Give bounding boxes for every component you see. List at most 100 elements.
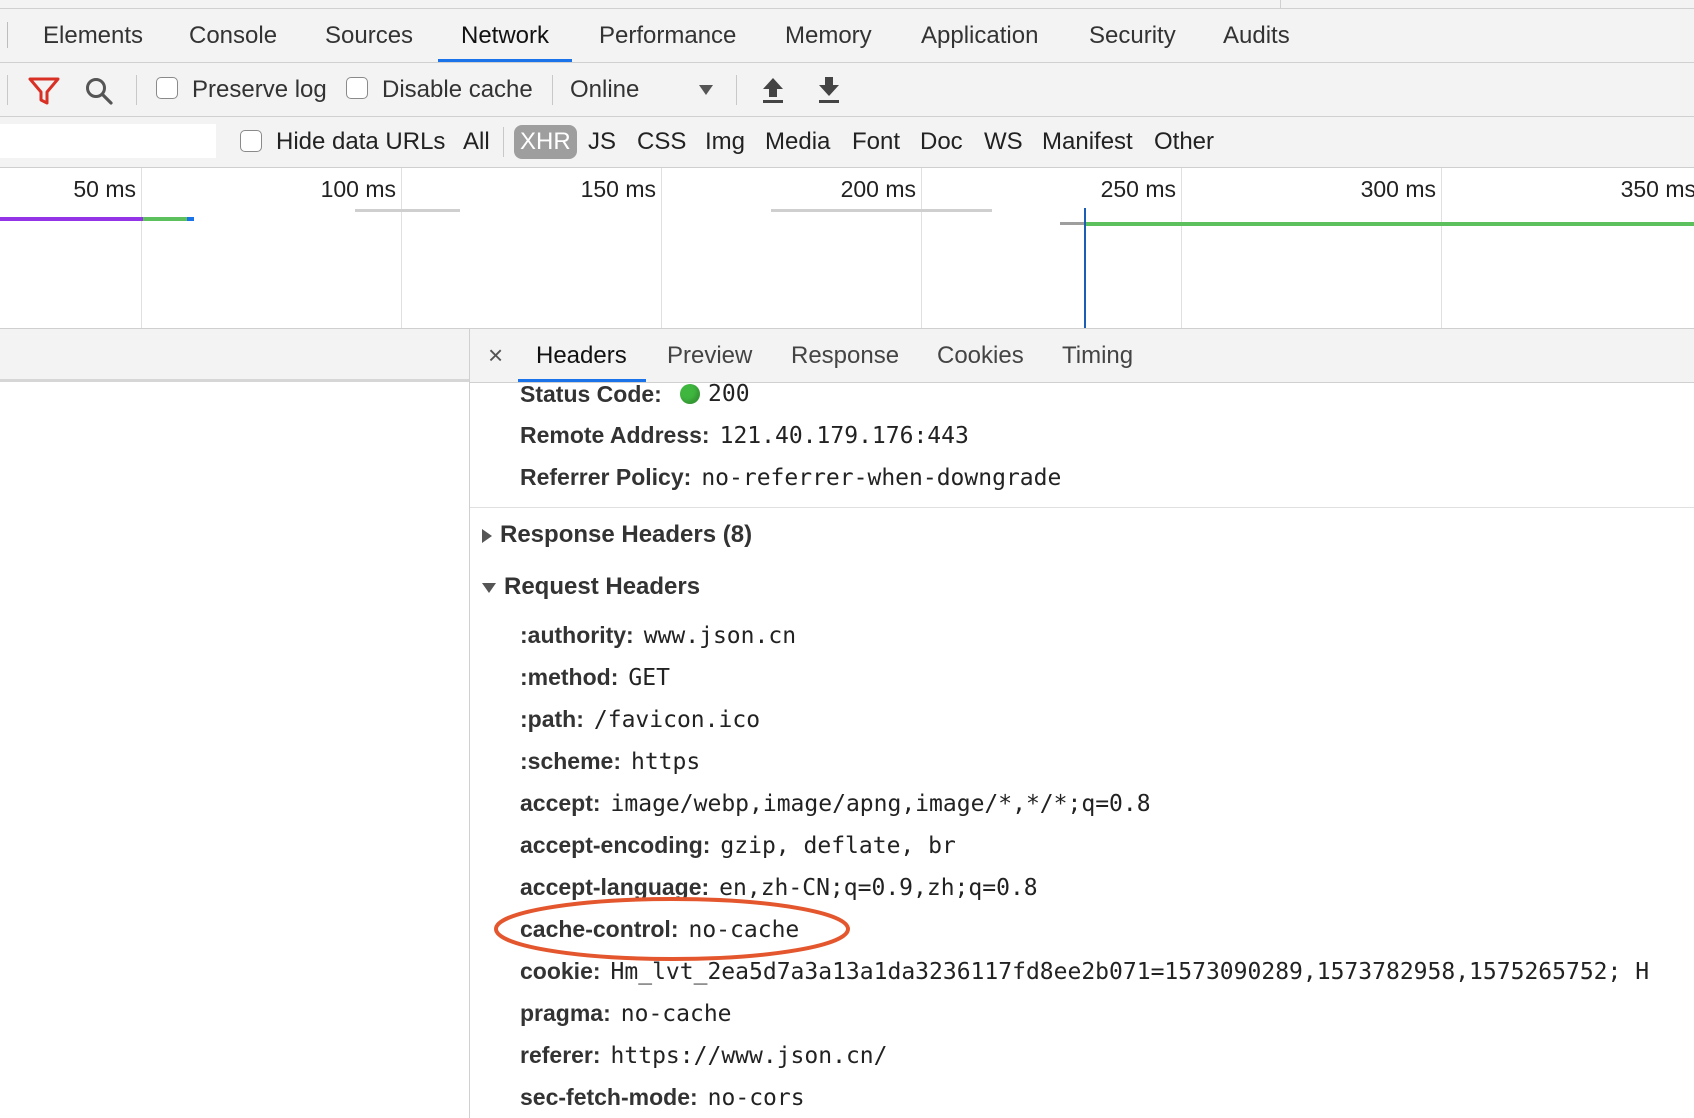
timeline-bar: [143, 217, 187, 221]
header-row: :scheme: https: [520, 741, 700, 781]
header-key: Referrer Policy:: [520, 464, 692, 490]
header-key: :method:: [520, 664, 619, 690]
tab-sources[interactable]: Sources: [302, 9, 436, 62]
request-list-pane[interactable]: [0, 329, 470, 1118]
timeline-bar: [771, 209, 992, 212]
tab-response[interactable]: Response: [791, 329, 899, 382]
header-key: accept:: [520, 790, 601, 816]
header-key: Status Code:: [520, 381, 662, 407]
header-value: no-cache: [620, 1001, 732, 1027]
hide-data-urls-label: Hide data URLs: [276, 128, 446, 155]
header-row: :authority: www.json.cn: [520, 615, 796, 655]
tab-application[interactable]: Application: [898, 9, 1061, 62]
devtools-tab-bar: Elements Console Sources Network Perform…: [0, 0, 1694, 63]
import-har-icon[interactable]: [760, 75, 786, 105]
header-key: pragma:: [520, 1000, 611, 1026]
filter-type-css[interactable]: CSS: [637, 125, 686, 159]
filter-type-doc[interactable]: Doc: [920, 125, 963, 159]
timeline-bar: [1084, 222, 1694, 226]
header-value: 200: [708, 381, 750, 407]
timeline-tick-label: 200 ms: [840, 176, 916, 202]
filter-type-font[interactable]: Font: [852, 125, 900, 159]
header-value: www.json.cn: [643, 623, 797, 649]
header-key: accept-encoding:: [520, 832, 711, 858]
filter-type-all[interactable]: All: [463, 125, 490, 159]
expand-triangle-icon: [482, 528, 492, 543]
header-row: :method: GET: [520, 657, 670, 697]
timeline-tick-label: 150 ms: [580, 176, 656, 202]
hide-data-urls-checkbox[interactable]: [240, 130, 262, 152]
timeline-cursor: [1084, 208, 1086, 328]
timeline-bar: [1060, 222, 1084, 225]
header-row: Remote Address: 121.40.179.176:443: [520, 415, 969, 455]
timeline-bar: [355, 209, 460, 212]
filter-type-xhr[interactable]: XHR: [514, 125, 577, 159]
header-value: https: [630, 749, 701, 775]
filter-input[interactable]: [0, 124, 216, 158]
tab-elements[interactable]: Elements: [20, 9, 166, 62]
preserve-log-checkbox[interactable]: [156, 77, 178, 99]
network-toolbar: Preserve log Disable cache Online: [0, 63, 1694, 117]
header-value: gzip, deflate, br: [720, 833, 956, 859]
timeline-bar: [187, 217, 194, 221]
header-key: :path:: [520, 706, 584, 732]
header-key: referer:: [520, 1042, 601, 1068]
tab-cookies[interactable]: Cookies: [937, 329, 1024, 382]
timeline-overview[interactable]: 50 ms 100 ms 150 ms 200 ms 250 ms 300 ms…: [0, 168, 1694, 329]
collapse-triangle-icon: [482, 582, 496, 593]
header-row: Status Code: 200: [520, 374, 750, 414]
filter-type-js[interactable]: JS: [588, 125, 616, 159]
filter-type-img[interactable]: Img: [705, 125, 745, 159]
header-key: sec-fetch-mode:: [520, 1084, 698, 1110]
close-icon[interactable]: ×: [488, 329, 503, 382]
header-value: https://www.json.cn/: [610, 1043, 888, 1069]
timeline-bar: [0, 217, 143, 221]
filter-type-other[interactable]: Other: [1154, 125, 1214, 159]
timeline-tick-label: 50 ms: [73, 176, 136, 202]
timeline-tick-label: 100 ms: [320, 176, 396, 202]
filter-bar: Hide data URLs All XHR JS CSS Img Media …: [0, 117, 1694, 168]
header-value: no-referrer-when-downgrade: [701, 465, 1062, 491]
filter-type-manifest[interactable]: Manifest: [1042, 125, 1133, 159]
timeline-tick-label: 350 ms: [1620, 176, 1694, 202]
export-har-icon[interactable]: [816, 75, 842, 105]
header-row: :path: /favicon.ico: [520, 699, 760, 739]
disable-cache-label: Disable cache: [382, 76, 533, 103]
header-value: /favicon.ico: [593, 707, 761, 733]
tab-performance[interactable]: Performance: [576, 9, 759, 62]
highlight-ellipse: [494, 897, 850, 961]
tab-network[interactable]: Network: [438, 9, 573, 62]
timeline-tick-label: 300 ms: [1360, 176, 1436, 202]
filter-type-media[interactable]: Media: [765, 125, 830, 159]
request-list-header: [0, 329, 469, 382]
header-value: 121.40.179.176:443: [719, 423, 969, 449]
throttling-select[interactable]: Online: [570, 63, 720, 116]
tab-timing[interactable]: Timing: [1062, 329, 1133, 382]
tab-memory[interactable]: Memory: [762, 9, 895, 62]
header-row: referer: https://www.json.cn/: [520, 1035, 888, 1075]
section-divider: [470, 507, 1694, 508]
timeline-tick-label: 250 ms: [1100, 176, 1176, 202]
disable-cache-checkbox[interactable]: [346, 77, 368, 99]
header-key: :authority:: [520, 622, 634, 648]
tab-audits[interactable]: Audits: [1200, 9, 1313, 62]
section-title: Request Headers: [504, 573, 701, 600]
request-headers-section[interactable]: Request Headers: [482, 567, 700, 607]
throttling-value: Online: [570, 76, 640, 103]
header-value: no-cors: [707, 1085, 805, 1111]
header-row: sec-fetch-mode: no-cors: [520, 1077, 805, 1117]
preserve-log-label: Preserve log: [192, 76, 327, 103]
chevron-down-icon: [699, 85, 713, 95]
tab-console[interactable]: Console: [166, 9, 300, 62]
header-row: accept-encoding: gzip, deflate, br: [520, 825, 956, 865]
header-key: Remote Address:: [520, 422, 710, 448]
filter-type-ws[interactable]: WS: [984, 125, 1023, 159]
header-row: accept: image/webp,image/apng,image/*,*/*…: [520, 783, 1151, 823]
response-headers-section[interactable]: Response Headers (8): [482, 515, 752, 555]
tab-security[interactable]: Security: [1066, 9, 1199, 62]
header-row: pragma: no-cache: [520, 993, 732, 1033]
header-key: :scheme:: [520, 748, 621, 774]
section-title: Response Headers (8): [500, 521, 753, 548]
search-icon[interactable]: [84, 76, 114, 106]
filter-icon[interactable]: [28, 76, 60, 106]
